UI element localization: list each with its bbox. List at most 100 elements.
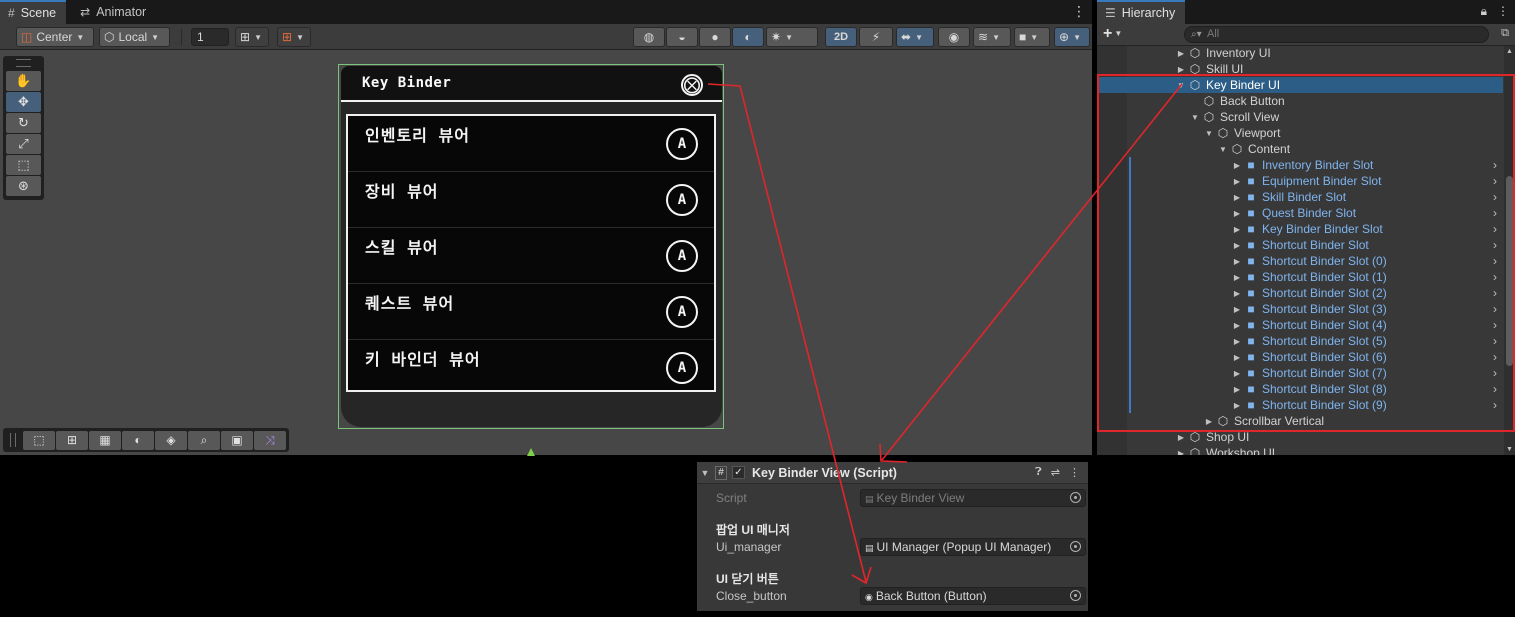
- close-button-label: Close_button: [716, 589, 787, 603]
- grid-size-field[interactable]: 1: [191, 28, 229, 46]
- manager-field[interactable]: ▤ UI Manager (Popup UI Manager): [860, 538, 1086, 556]
- filter-icon[interactable]: ⧉: [1501, 27, 1509, 40]
- close-button-field[interactable]: ◉ Back Button (Button): [860, 587, 1086, 605]
- object-picker-icon[interactable]: [1070, 590, 1081, 601]
- close-icon[interactable]: ⨂: [681, 74, 703, 96]
- tab-scene[interactable]: # Scene: [0, 0, 67, 24]
- drag-handle[interactable]: [16, 59, 31, 67]
- shaded-button[interactable]: ●: [699, 27, 731, 47]
- component-header[interactable]: ▼ # ✓ Key Binder View (Script) ❓︎ ⇌ ⋮: [697, 462, 1088, 484]
- lighting-toggle[interactable]: ⚡: [859, 27, 893, 47]
- grid-snap-dropdown[interactable]: ⊞ ▼: [235, 27, 269, 47]
- gizmos-dropdown[interactable]: ⊕ ▼: [1054, 27, 1090, 47]
- layers-icon: ≋: [978, 30, 989, 44]
- tab-hierarchy[interactable]: ☰ Hierarchy: [1097, 0, 1186, 24]
- file-icon: ▤: [865, 494, 874, 504]
- scene-panel: # Scene ⇄ Animator ⋮ ◫ Center ▼ ⬡ Local …: [0, 0, 1092, 456]
- pivot-dropdown[interactable]: ◫ Center ▼: [16, 27, 94, 47]
- hierarchy-row[interactable]: ▶ ⬡ Workshop UI: [1097, 445, 1503, 455]
- hierarchy-tab-icons: 🔒︎ ⋮: [1481, 4, 1509, 19]
- more-options-icon[interactable]: ⋮: [1497, 4, 1509, 19]
- scroll-up-icon[interactable]: ▲: [1506, 48, 1513, 55]
- list-item[interactable]: 퀘스트 뷰어 A: [348, 284, 714, 340]
- enabled-checkbox[interactable]: ✓: [732, 466, 745, 479]
- list-item-label: 장비 뷰어: [365, 182, 439, 201]
- chevron-right-icon[interactable]: ▶: [1175, 449, 1187, 456]
- key-badge[interactable]: A: [666, 240, 698, 272]
- scale-tool[interactable]: ⤢: [6, 134, 41, 154]
- key-badge[interactable]: A: [666, 352, 698, 384]
- camera-dropdown[interactable]: ■ ▼: [1014, 27, 1050, 47]
- gameobject-cube-icon: ⬡: [1189, 46, 1201, 60]
- chevron-right-icon[interactable]: ▶: [1175, 49, 1187, 58]
- space-dropdown[interactable]: ⬡ Local ▼: [99, 27, 170, 47]
- move-tool[interactable]: ✥: [6, 92, 41, 112]
- shaded-wireframe-button[interactable]: ◒: [666, 27, 698, 47]
- hand-tool[interactable]: ✋: [6, 71, 41, 91]
- grid-overlay-button[interactable]: ▦: [89, 430, 121, 450]
- hierarchy-row-label: Inventory UI: [1206, 46, 1271, 60]
- camera-overlay-button[interactable]: ▣: [221, 430, 253, 450]
- scroll-down-icon[interactable]: ▼: [1506, 446, 1513, 453]
- axis-gizmo-icon[interactable]: [527, 448, 535, 456]
- help-icon[interactable]: ❓︎: [1035, 466, 1042, 479]
- rotate-tool[interactable]: ↻: [6, 113, 41, 133]
- key-badge[interactable]: A: [666, 184, 698, 216]
- layers-dropdown[interactable]: ≋ ▼: [973, 27, 1011, 47]
- moon-icon: ◐: [744, 30, 752, 44]
- unlit-button[interactable]: ◐: [732, 27, 764, 47]
- shuffle-overlay-button[interactable]: ⤨: [254, 430, 286, 450]
- manager-row: Ui_manager ▤ UI Manager (Popup UI Manager…: [716, 538, 1088, 556]
- anchor-overlay-button[interactable]: ⊞: [56, 430, 88, 450]
- key-binder-window[interactable]: Key Binder ⨂ 인벤토리 뷰어 A 장비 뷰어 A 스킬 뷰어 A 퀘…: [341, 66, 722, 427]
- more-options-icon[interactable]: ⋮: [1072, 4, 1086, 18]
- rect-overlay-button[interactable]: ⬚: [23, 430, 55, 450]
- file-icon: ▤: [865, 543, 874, 553]
- wireframe-button[interactable]: ◍: [633, 27, 665, 47]
- search-overlay-button[interactable]: ⌕: [188, 430, 220, 450]
- preset-icon[interactable]: ⇌: [1051, 466, 1060, 479]
- visibility-toggle[interactable]: ◉: [938, 27, 970, 47]
- section-header-manager: 팝업 UI 매니저: [716, 523, 790, 537]
- sphere-icon: ●: [711, 30, 719, 44]
- animator-icon: ⇄: [80, 5, 91, 19]
- list-item[interactable]: 스킬 뷰어 A: [348, 228, 714, 284]
- camera-icon: ▣: [231, 433, 243, 447]
- layers-overlay-button[interactable]: ◈: [155, 430, 187, 450]
- debug-draw-dropdown[interactable]: ✷ ▼: [766, 27, 818, 47]
- transform-tool[interactable]: ⊛: [6, 176, 41, 196]
- bug-icon: ✷: [771, 30, 782, 44]
- object-picker-icon: [1070, 492, 1081, 503]
- camera-icon: ■: [1019, 30, 1027, 44]
- scene-toolbar: ◫ Center ▼ ⬡ Local ▼ 1 ⊞ ▼ ⊞ ▼ ◍ ◒ ● ◐ ✷ ▼ …: [0, 24, 1092, 50]
- chevron-right-icon[interactable]: ▶: [1175, 65, 1187, 74]
- list-item[interactable]: 인벤토리 뷰어 A: [348, 116, 714, 172]
- chevron-down-icon: ▼: [254, 32, 262, 42]
- anchor-icon: ⊞: [66, 433, 78, 447]
- hierarchy-row-label: Workshop UI: [1206, 446, 1276, 455]
- key-binder-title: Key Binder: [362, 75, 452, 91]
- object-picker-icon[interactable]: [1070, 541, 1081, 552]
- add-object-button[interactable]: + ▼: [1103, 25, 1122, 43]
- chevron-right-icon[interactable]: ▶: [1175, 433, 1187, 442]
- shading-overlay-button[interactable]: ◐: [122, 430, 154, 450]
- grid-icon: #: [8, 6, 15, 20]
- mode-2d-toggle[interactable]: 2D: [825, 27, 857, 47]
- more-options-icon[interactable]: ⋮: [1069, 466, 1080, 479]
- list-item[interactable]: 장비 뷰어 A: [348, 172, 714, 228]
- hierarchy-row[interactable]: ▶ ⬡ Inventory UI: [1097, 46, 1503, 61]
- grid-icon: ▦: [99, 433, 111, 447]
- key-badge[interactable]: A: [666, 128, 698, 160]
- chevron-down-icon[interactable]: ▼: [697, 468, 713, 478]
- manager-label: Ui_manager: [716, 540, 782, 554]
- hierarchy-search-input[interactable]: ⌕▾ All: [1184, 26, 1489, 43]
- rect-tool[interactable]: ⬚: [6, 155, 41, 175]
- drag-handle[interactable]: [10, 433, 16, 447]
- increment-snap-dropdown[interactable]: ⊞ ▼: [277, 27, 311, 47]
- lock-icon[interactable]: 🔒︎: [1481, 4, 1487, 19]
- audio-dropdown[interactable]: ⬌ ▼: [896, 27, 934, 47]
- key-badge[interactable]: A: [666, 296, 698, 328]
- list-item[interactable]: 키 바인더 뷰어 A: [348, 340, 714, 396]
- script-value: Key Binder View: [876, 491, 965, 505]
- tab-animator[interactable]: ⇄ Animator: [72, 0, 156, 24]
